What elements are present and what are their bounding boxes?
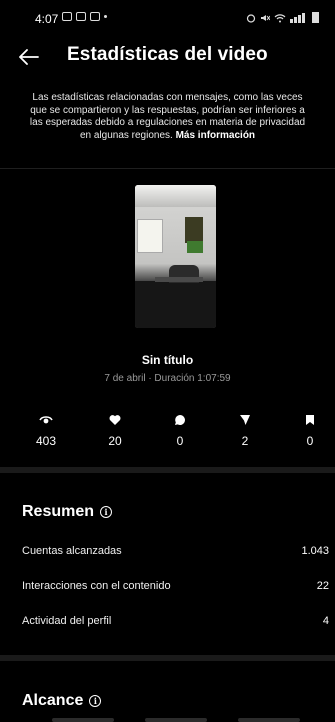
stat-shares-value: 2: [241, 434, 249, 448]
alarm-icon: [246, 14, 256, 23]
status-bar: 4:07: [0, 0, 335, 36]
system-icons: [246, 12, 319, 23]
summary-row-label: Actividad del perfil: [22, 615, 112, 627]
stats-row: 403 20 0 2 0: [0, 414, 335, 454]
messenger-icon: [76, 12, 86, 21]
eye-icon: [39, 416, 53, 424]
stat-saves-value: 0: [306, 434, 314, 448]
privacy-notice: Las estadísticas relacionadas con mensaj…: [24, 92, 311, 142]
summary-row-label: Cuentas alcanzadas: [22, 545, 122, 557]
reach-segment: [238, 718, 300, 722]
stat-views-value: 403: [35, 434, 57, 448]
stat-comments-value: 0: [176, 434, 184, 448]
info-icon[interactable]: i: [100, 506, 113, 518]
stat-likes-value: 20: [108, 434, 122, 448]
section-divider: [0, 655, 335, 661]
video-title: Sin título: [141, 353, 194, 367]
heart-icon: [109, 415, 121, 425]
reach-segment: [52, 718, 114, 722]
signal-icon: [290, 13, 305, 23]
wifi-icon: [274, 14, 286, 23]
reach-title-text: Alcance: [22, 692, 84, 709]
summary-title-text: Resumen: [22, 503, 95, 520]
stat-comments: 0: [160, 414, 200, 450]
more-notifications-icon: [104, 15, 107, 18]
status-time: 4:07: [35, 12, 59, 26]
section-divider: [0, 467, 335, 473]
comment-icon: [175, 415, 185, 425]
reach-segment: [145, 718, 207, 722]
notification-icons: [62, 12, 107, 21]
summary-row-interactions[interactable]: Interacciones con el contenido 22: [22, 580, 329, 592]
privacy-notice-text: Las estadísticas relacionadas con mensaj…: [29, 92, 306, 141]
bookmark-icon: [306, 415, 314, 425]
stat-likes: 20: [95, 414, 135, 450]
stat-shares: 2: [225, 414, 265, 450]
video-thumbnail[interactable]: [135, 185, 216, 328]
summary-row-profile-activity[interactable]: Actividad del perfil 4: [22, 615, 329, 627]
divider: [0, 168, 335, 169]
reach-title: Alcance i: [22, 692, 102, 710]
stat-saves: 0: [290, 414, 330, 450]
summary-row-value: 22: [316, 580, 329, 592]
mute-icon: [261, 15, 270, 21]
arrow-left-icon: [19, 49, 39, 65]
back-button[interactable]: [14, 42, 44, 72]
image-icon: [62, 12, 72, 21]
more-info-link[interactable]: Más información: [176, 130, 255, 141]
stat-views: 403: [26, 414, 66, 450]
info-icon[interactable]: i: [89, 695, 102, 707]
summary-row-value: 1.043: [301, 545, 329, 557]
summary-row-value: 4: [322, 615, 329, 627]
header: Estadísticas del video: [0, 36, 335, 76]
battery-icon: [312, 12, 319, 23]
video-meta: 7 de abril · Duración 1:07:59: [104, 373, 231, 384]
page-title: Estadísticas del video: [67, 44, 268, 65]
summary-title: Resumen i: [22, 503, 113, 521]
instagram-icon: [90, 12, 100, 21]
summary-row-label: Interacciones con el contenido: [22, 580, 171, 592]
reach-chart-placeholder: [0, 718, 335, 722]
send-icon: [240, 415, 250, 425]
summary-row-accounts-reached[interactable]: Cuentas alcanzadas 1.043: [22, 545, 329, 557]
